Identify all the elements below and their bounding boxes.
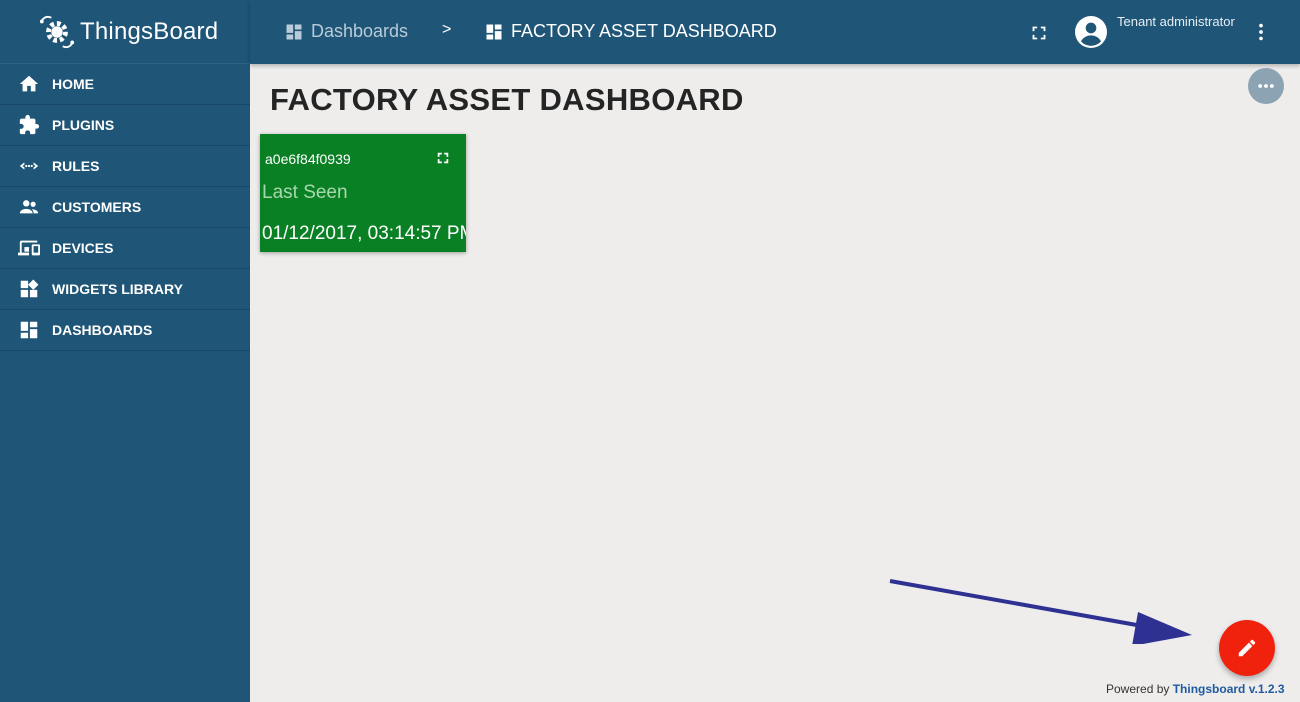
sidebar-item-label: RULES <box>52 158 100 174</box>
widget-title: a0e6f84f0939 <box>265 151 351 167</box>
edit-dashboard-button[interactable] <box>1219 620 1275 676</box>
page-title: FACTORY ASSET DASHBOARD <box>270 82 744 117</box>
sidebar-item-devices[interactable]: DEVICES <box>0 228 250 269</box>
breadcrumb-current: FACTORY ASSET DASHBOARD <box>484 21 777 42</box>
dashboard-icon <box>17 318 41 342</box>
gear-logo-icon <box>39 15 75 48</box>
sidebar-item-label: PLUGINS <box>52 117 115 133</box>
fullscreen-icon[interactable] <box>436 151 450 165</box>
footer-prefix: Powered by <box>1106 682 1170 696</box>
footer: Powered by Thingsboard v.1.2.3 <box>1106 682 1285 696</box>
fullscreen-icon[interactable] <box>1028 22 1050 44</box>
sidebar-item-dashboards[interactable]: DASHBOARDS <box>0 310 250 351</box>
breadcrumb-label: Dashboards <box>311 21 409 41</box>
breadcrumb-separator: > <box>442 21 452 38</box>
sidebar-item-customers[interactable]: CUSTOMERS <box>0 187 250 228</box>
top-toolbar: Dashboards > FACTORY ASSET DASHBOARD Ten… <box>250 0 1300 64</box>
code-arrows-icon <box>17 154 41 178</box>
sidebar-item-label: HOME <box>52 76 94 92</box>
more-horiz-icon <box>1258 84 1274 88</box>
app-name: ThingsBoard <box>80 17 219 45</box>
sidebar-item-home[interactable]: HOME <box>0 64 250 105</box>
widget-value: 01/12/2017, 03:14:57 PM <box>262 223 466 244</box>
sidebar-item-widgets-library[interactable]: WIDGETS LIBRARY <box>0 269 250 310</box>
dashboard-options-button[interactable] <box>1248 68 1284 104</box>
breadcrumb-label: FACTORY ASSET DASHBOARD <box>511 21 777 41</box>
sidebar-item-label: CUSTOMERS <box>52 199 142 215</box>
footer-link[interactable]: Thingsboard v.1.2.3 <box>1173 682 1285 696</box>
sidebar-item-label: WIDGETS LIBRARY <box>52 281 183 297</box>
user-role-label: Tenant administrator <box>1117 14 1235 29</box>
last-seen-widget[interactable]: a0e6f84f0939 Last Seen 01/12/2017, 03:14… <box>260 134 466 252</box>
annotation-arrow-icon <box>889 579 1192 644</box>
widgets-icon <box>17 277 41 301</box>
sidebar-item-plugins[interactable]: PLUGINS <box>0 105 250 146</box>
people-icon <box>17 195 41 219</box>
app-logo[interactable]: ThingsBoard <box>0 0 250 64</box>
dashboard-icon <box>286 24 302 39</box>
devices-icon <box>17 236 41 260</box>
home-icon <box>17 72 41 96</box>
more-vert-icon[interactable] <box>1250 20 1272 44</box>
puzzle-icon <box>17 113 41 137</box>
breadcrumb-dashboards[interactable]: Dashboards <box>284 21 408 42</box>
sidebar: ThingsBoard HOME PLUGINS RULES CUSTOMERS… <box>0 0 250 702</box>
sidebar-item-label: DASHBOARDS <box>52 322 153 338</box>
account-circle-icon[interactable] <box>1075 16 1107 48</box>
widget-label: Last Seen <box>262 182 348 203</box>
pencil-icon <box>1238 639 1256 657</box>
dashboard-icon <box>486 24 502 39</box>
sidebar-item-label: DEVICES <box>52 240 114 256</box>
sidebar-item-rules[interactable]: RULES <box>0 146 250 187</box>
dashboard-content: FACTORY ASSET DASHBOARD a0e6f84f0939 Las… <box>250 64 1300 702</box>
